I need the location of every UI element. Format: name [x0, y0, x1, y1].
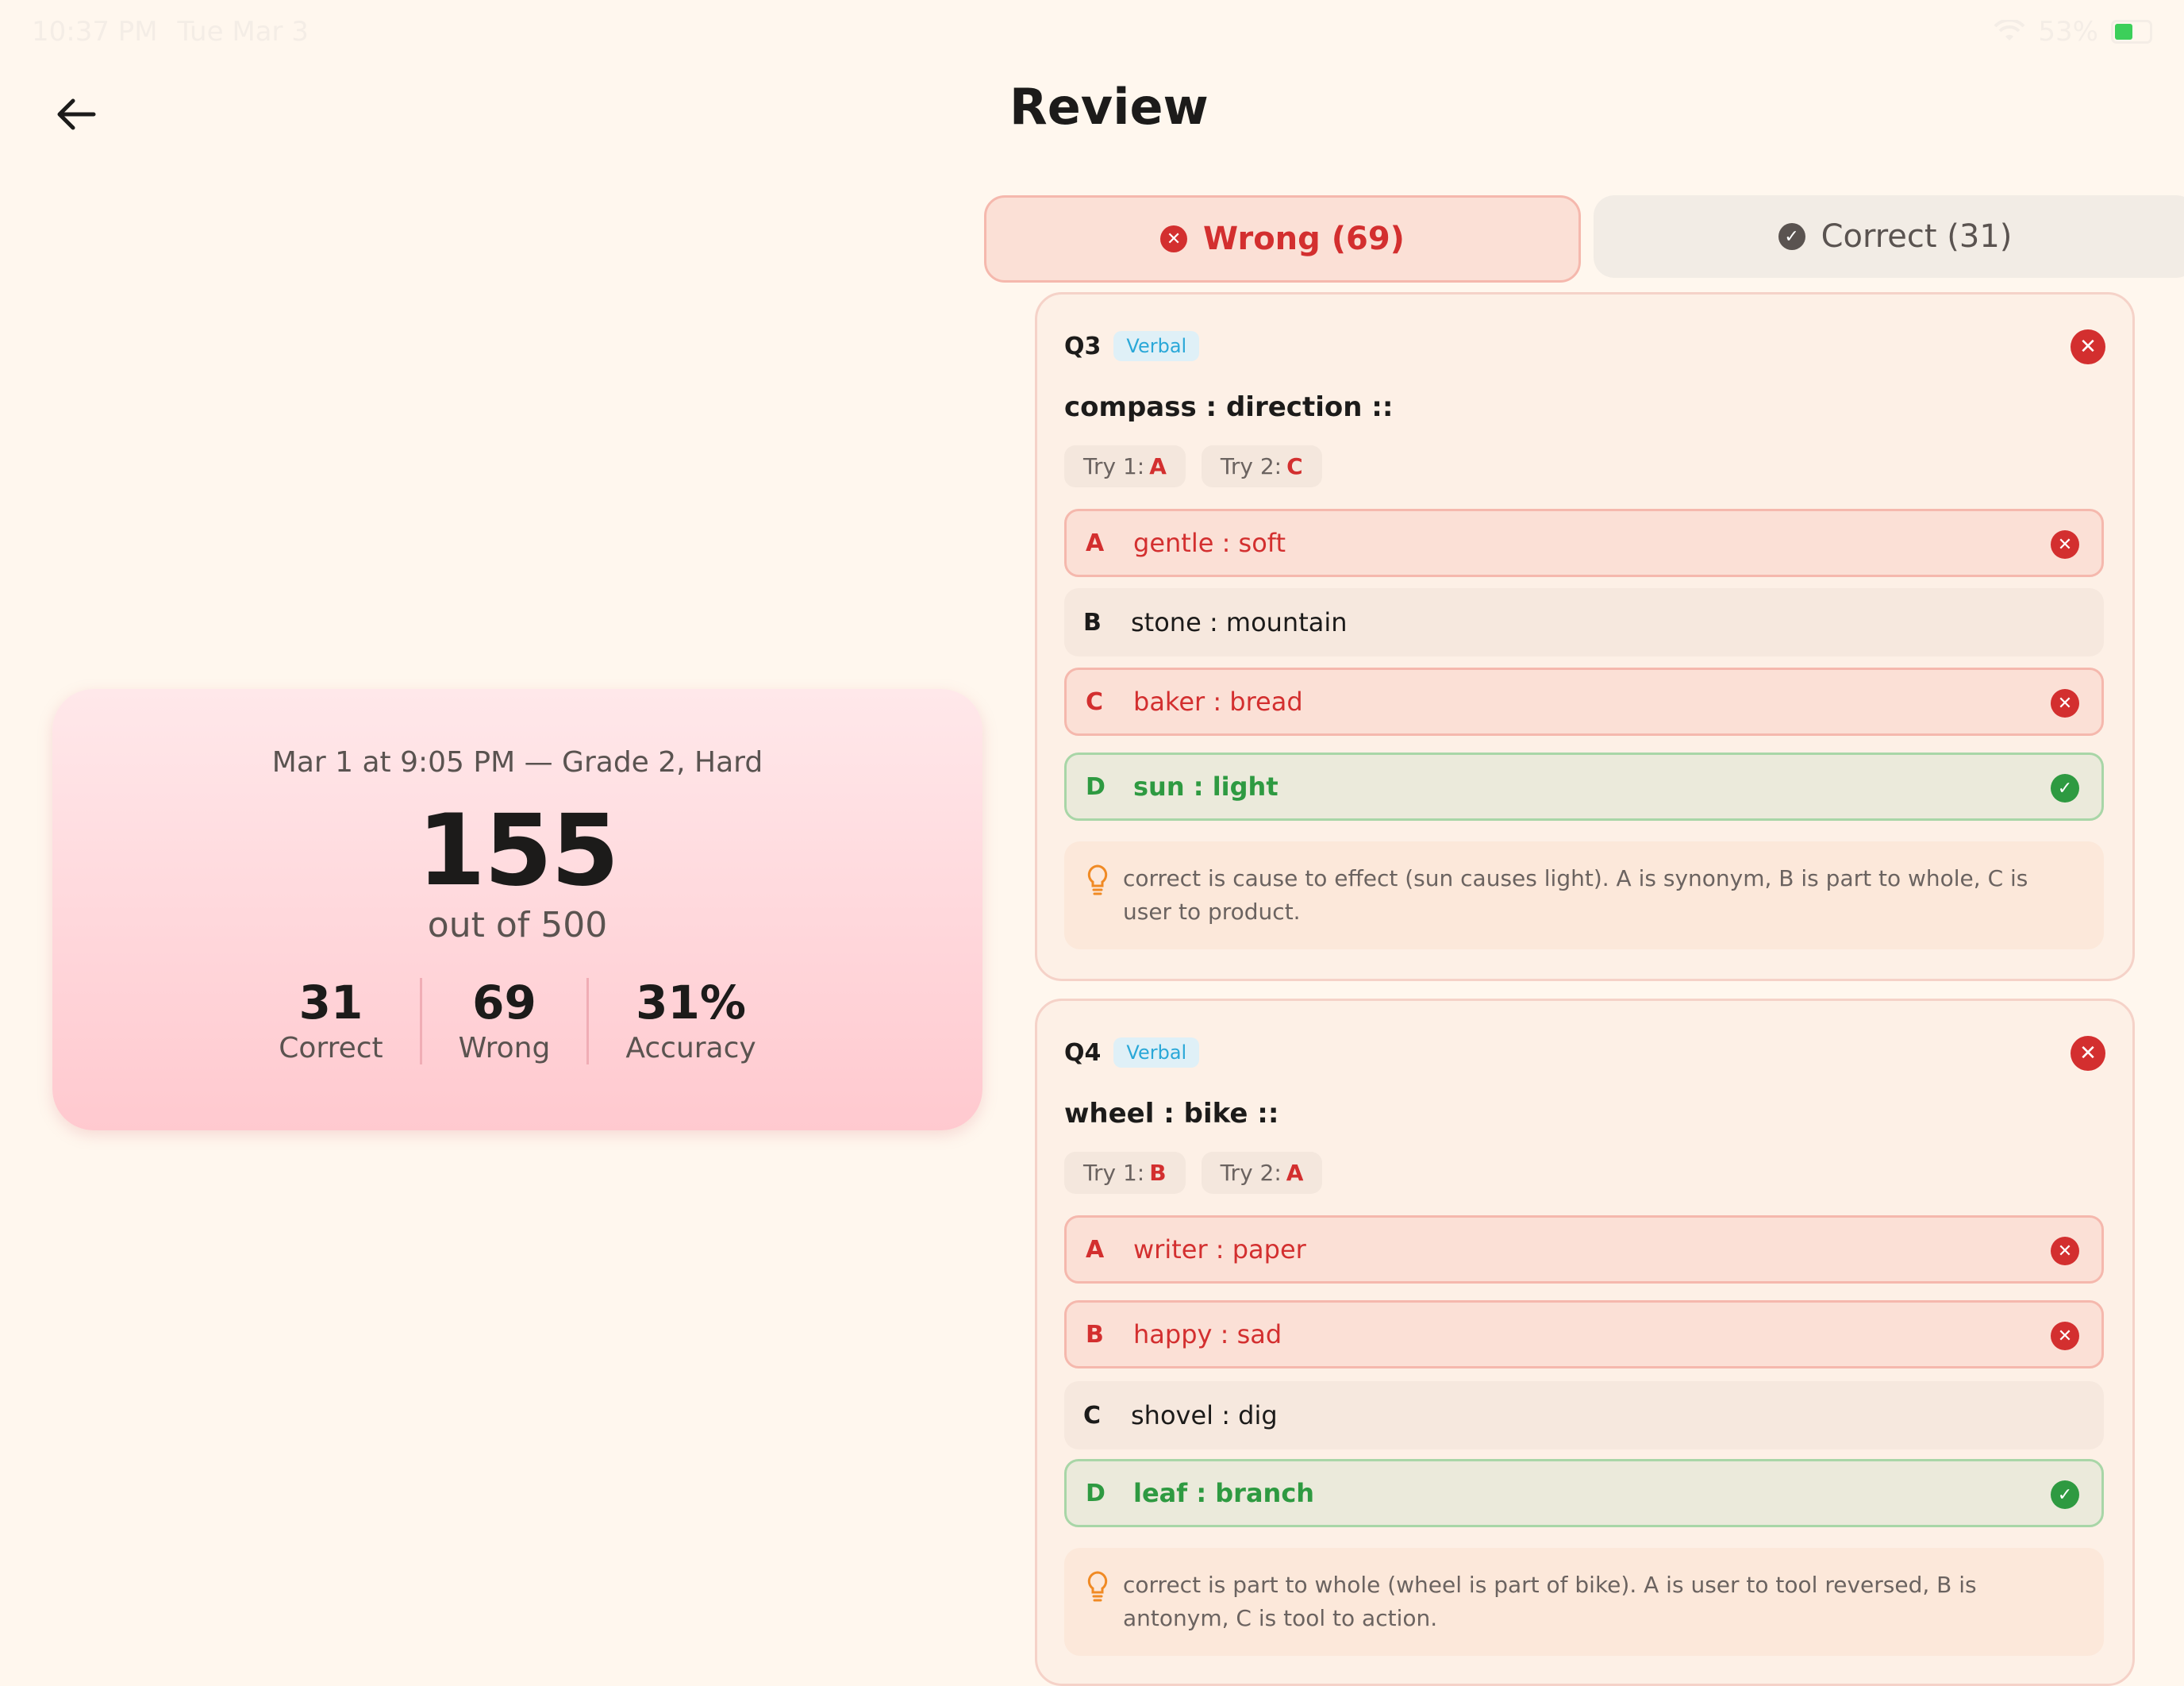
wrong-status-icon: ✕ — [2071, 1036, 2105, 1071]
status-indicators: 53% — [1994, 16, 2152, 48]
tab-correct-label: Correct (31) — [1821, 218, 2013, 255]
explanation-text: correct is cause to effect (sun causes l… — [1123, 865, 2028, 925]
try-badge: Try 1: A — [1064, 445, 1186, 487]
option-letter: A — [1086, 1235, 1105, 1264]
score-stats: 31 Correct 69 Wrong 31% Accuracy — [52, 976, 982, 1064]
x-circle-icon: ✕ — [2051, 1322, 2079, 1350]
option-a: A gentle : soft ✕ — [1064, 509, 2104, 577]
check-circle-icon: ✓ — [2051, 774, 2079, 803]
option-letter: D — [1086, 1479, 1105, 1507]
option-b: B happy : sad ✕ — [1064, 1300, 2104, 1368]
x-circle-icon: ✕ — [2051, 530, 2079, 559]
stat-wrong-value: 69 — [472, 976, 536, 1030]
status-bar: 10:37 PM Tue Mar 3 53% — [0, 0, 2184, 64]
status-time: 10:37 PM Tue Mar 3 — [32, 16, 309, 48]
option-d: D leaf : branch ✓ — [1064, 1459, 2104, 1527]
option-letter: C — [1086, 687, 1104, 716]
category-tag: Verbal — [1113, 331, 1200, 361]
option-letter: A — [1086, 529, 1105, 557]
explanation: correct is cause to effect (sun causes l… — [1064, 841, 2104, 949]
wrong-status-icon: ✕ — [2071, 329, 2105, 364]
stat-correct-label: Correct — [279, 1031, 383, 1064]
question-card: Q3 Verbal ✕ compass : direction :: Try 1… — [1035, 292, 2135, 981]
tab-correct[interactable]: ✓ Correct (31) — [1594, 195, 2184, 278]
option-text: stone : mountain — [1131, 607, 1348, 637]
try-label: Try 1: — [1083, 453, 1145, 479]
session-meta: Mar 1 at 9:05 PM — Grade 2, Hard — [271, 746, 763, 779]
arrow-left-icon — [57, 98, 96, 130]
try-answer: A — [1286, 1160, 1304, 1186]
try-label: Try 2: — [1220, 1160, 1282, 1186]
lightbulb-icon — [1087, 1571, 1108, 1602]
page-title: Review — [1009, 78, 1209, 136]
try-badge: Try 2: C — [1201, 445, 1322, 487]
x-circle-icon: ✕ — [1160, 225, 1188, 252]
x-circle-icon: ✕ — [2051, 689, 2079, 718]
tab-wrong-label: Wrong (69) — [1203, 221, 1405, 257]
option-text: happy : sad — [1133, 1319, 1282, 1349]
stat-accuracy-value: 31% — [636, 976, 746, 1030]
score-summary-card: Mar 1 at 9:05 PM — Grade 2, Hard 155 out… — [52, 689, 982, 1130]
tab-wrong[interactable]: ✕ Wrong (69) — [984, 195, 1581, 283]
status-clock: 10:37 PM — [32, 16, 158, 48]
score-value: 155 — [417, 794, 620, 908]
option-c: C shovel : dig — [1064, 1381, 2104, 1449]
try-label: Try 2: — [1220, 453, 1282, 479]
lightbulb-icon — [1087, 864, 1108, 895]
option-text: gentle : soft — [1133, 528, 1286, 558]
battery-icon — [2111, 20, 2152, 44]
question-number: Q3 — [1064, 332, 1102, 360]
option-letter: B — [1083, 608, 1102, 637]
score-out-of: out of 500 — [427, 905, 608, 945]
try-badge: Try 1: B — [1064, 1152, 1186, 1194]
try-answer: B — [1149, 1160, 1167, 1186]
option-text: shovel : dig — [1131, 1400, 1278, 1430]
attempts: Try 1: A Try 2: C — [1064, 445, 1322, 487]
try-label: Try 1: — [1083, 1160, 1145, 1186]
battery-percent: 53% — [2038, 16, 2098, 48]
option-letter: B — [1086, 1320, 1104, 1349]
stat-correct-value: 31 — [298, 976, 363, 1030]
question-header: Q3 Verbal — [1064, 331, 1200, 361]
wifi-icon — [1994, 20, 2025, 40]
try-answer: A — [1149, 453, 1167, 479]
status-date: Tue Mar 3 — [177, 16, 309, 48]
question-number: Q4 — [1064, 1038, 1102, 1067]
stat-correct: 31 Correct — [242, 976, 419, 1064]
x-circle-icon: ✕ — [2051, 1237, 2079, 1265]
question-prompt: wheel : bike :: — [1064, 1098, 1279, 1130]
option-letter: D — [1086, 772, 1105, 801]
option-text: leaf : branch — [1133, 1478, 1315, 1508]
explanation-text: correct is part to whole (wheel is part … — [1123, 1572, 1977, 1631]
question-header: Q4 Verbal — [1064, 1037, 1200, 1068]
explanation: correct is part to whole (wheel is part … — [1064, 1548, 2104, 1656]
option-b: B stone : mountain — [1064, 588, 2104, 656]
option-d: D sun : light ✓ — [1064, 753, 2104, 821]
stat-wrong-label: Wrong — [458, 1031, 551, 1064]
question-prompt: compass : direction :: — [1064, 391, 1394, 423]
option-c: C baker : bread ✕ — [1064, 668, 2104, 736]
check-circle-icon: ✓ — [1778, 223, 1805, 250]
check-circle-icon: ✓ — [2051, 1480, 2079, 1509]
try-badge: Try 2: A — [1201, 1152, 1323, 1194]
try-answer: C — [1286, 453, 1303, 479]
option-text: writer : paper — [1133, 1234, 1306, 1264]
back-button[interactable] — [48, 86, 105, 143]
stat-accuracy: 31% Accuracy — [586, 976, 792, 1064]
question-card: Q4 Verbal ✕ wheel : bike :: Try 1: B Try … — [1035, 999, 2135, 1686]
attempts: Try 1: B Try 2: A — [1064, 1152, 1323, 1194]
category-tag: Verbal — [1113, 1037, 1200, 1068]
option-text: sun : light — [1133, 772, 1278, 802]
option-a: A writer : paper ✕ — [1064, 1215, 2104, 1284]
stat-wrong: 69 Wrong — [419, 976, 587, 1064]
stat-accuracy-label: Accuracy — [625, 1031, 756, 1064]
option-text: baker : bread — [1133, 687, 1303, 717]
option-letter: C — [1083, 1401, 1102, 1430]
